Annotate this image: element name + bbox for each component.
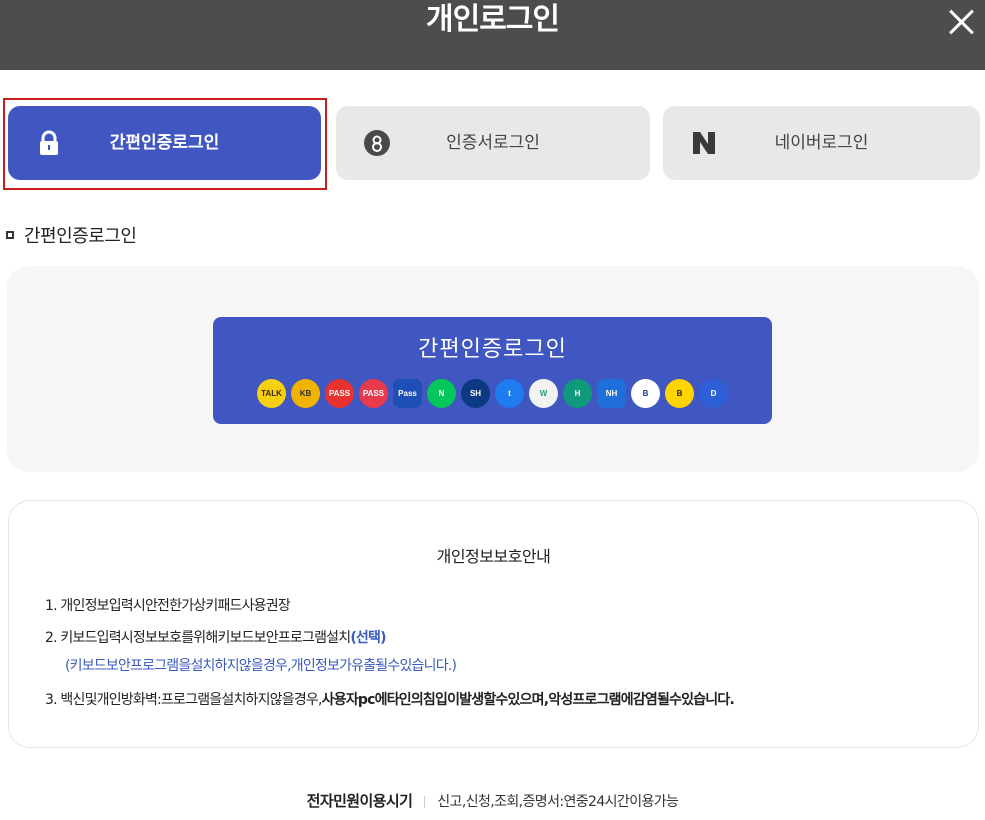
shield-icon: D — [699, 379, 728, 408]
pass-icon: PASS — [359, 379, 388, 408]
notice-item-3-text: 3. 백신및개인방화벽:프로그램을설치하지않을경우, — [45, 692, 322, 708]
notice-item-3: 3. 백신및개인방화벽:프로그램을설치하지않을경우,사용자pc에타인의침입이발생… — [45, 689, 735, 709]
kakao-icon: TALK — [257, 379, 286, 408]
tab-label: 네이버로그인 — [774, 133, 869, 153]
privacy-notice-box: 개인정보보호안내 1. 개인정보입력시안전한가상키패드사용권장 2. 키보드입력… — [8, 500, 979, 748]
kbank-icon: B — [665, 379, 694, 408]
service-hours-text: 신고,신청,조회,증명서:연중24시간이용가능 — [437, 794, 679, 810]
section-heading: 간편인증로그인 — [6, 222, 137, 248]
payco-icon: Pass — [393, 379, 422, 408]
toss-icon: t — [495, 379, 524, 408]
notice-item-2: 2. 키보드입력시정보보호를위해키보드보안프로그램설치(선택) — [45, 627, 386, 647]
tab-label: 간편인증로그인 — [109, 133, 220, 153]
notice-item-3-warning: 사용자pc에타인의침입이발생할수있으며,악성프로그램에감염될수있습니다. — [321, 692, 735, 708]
section-heading-label: 간편인증로그인 — [24, 226, 137, 247]
tab-label: 인증서로그인 — [446, 133, 540, 153]
tab-naver-login[interactable]: 네이버로그인 — [663, 106, 980, 180]
shinhan-icon: SH — [461, 379, 490, 408]
notice-item-2-text: 2. 키보드입력시정보보호를위해키보드보안프로그램설치 — [45, 630, 351, 646]
woori-icon: W — [529, 379, 558, 408]
service-hours-label: 전자민원이용시기 — [306, 792, 413, 810]
easy-auth-login-label: 간편인증로그인 — [418, 337, 567, 362]
easy-auth-login-button[interactable]: 간편인증로그인 TALK KB PASS PASS Pass N SH t W H NH B B D — [213, 317, 772, 424]
service-hours: 전자민원이용시기 신고,신청,조회,증명서:연중24시간이용가능 — [0, 790, 985, 811]
naver-icon: N — [427, 379, 456, 408]
nh-icon: NH — [597, 379, 626, 408]
header-bar: 개인로그인 — [0, 0, 985, 70]
notice-title: 개인정보보호안내 — [436, 547, 551, 566]
page-title: 개인로그인 — [426, 2, 560, 37]
hana-icon: H — [563, 379, 592, 408]
tab-easy-auth-login[interactable]: 간편인증로그인 — [8, 106, 321, 180]
provider-icon-list: TALK KB PASS PASS Pass N SH t W H NH B B D — [213, 379, 772, 409]
ibk-icon: B — [631, 379, 660, 408]
tab-certificate-login[interactable]: 인증서로그인 — [336, 106, 650, 180]
keyboard-security-link[interactable]: (선택) — [350, 630, 386, 646]
kb-icon: KB — [291, 379, 320, 408]
notice-item-1: 1. 개인정보입력시안전한가상키패드사용권장 — [45, 598, 291, 614]
samsung-pass-icon: PASS — [325, 379, 354, 408]
square-bullet-icon — [6, 231, 14, 239]
notice-item-2-note: (키보드보안프로그램을설치하지않을경우,개인정보가유출될수있습니다.) — [65, 658, 457, 674]
close-icon[interactable] — [945, 6, 977, 38]
divider — [424, 796, 426, 808]
